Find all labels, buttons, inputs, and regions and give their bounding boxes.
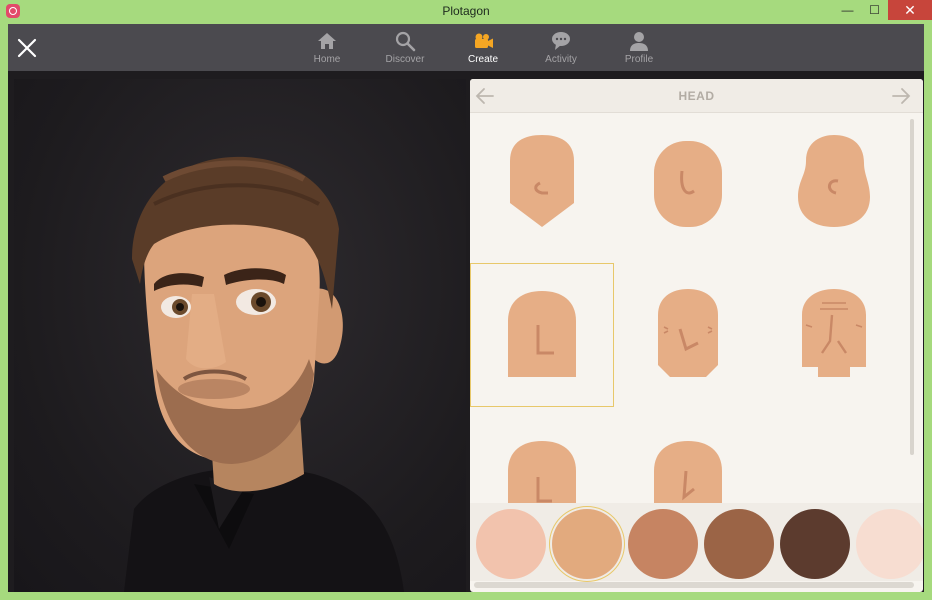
head-option-3[interactable] [762, 113, 906, 257]
chat-icon [552, 32, 570, 50]
customization-panel: HEAD [470, 79, 923, 592]
skin-tone-4[interactable] [704, 509, 774, 579]
search-icon [395, 31, 416, 52]
skin-tone-5[interactable] [780, 509, 850, 579]
head-shape-oval-icon [654, 141, 722, 227]
nav-profile-label: Profile [624, 54, 654, 65]
head-shape-wide-jaw-icon [658, 289, 718, 377]
close-window-button[interactable]: ✕ [888, 0, 932, 20]
grid-scrollbar[interactable] [908, 115, 916, 501]
head-shape-old-icon [802, 289, 866, 377]
main-nav: Home Discover Create Activity Profile [288, 24, 678, 71]
skin-tone-6[interactable] [856, 509, 923, 579]
nav-home-label: Home [313, 54, 341, 65]
skin-tone-scrollbar[interactable] [474, 582, 914, 588]
nav-activity-label: Activity [545, 54, 577, 65]
head-option-4-selected[interactable] [470, 263, 614, 407]
head-option-1[interactable] [470, 113, 614, 257]
camera-icon [475, 33, 493, 48]
window-title: Plotagon [442, 4, 490, 18]
nav-home[interactable]: Home [288, 24, 366, 71]
minimize-button[interactable]: — [834, 0, 861, 20]
panel-header: HEAD [470, 79, 923, 113]
avatar-preview [124, 156, 404, 592]
head-shape-pointed-icon [510, 135, 574, 227]
skin-tone-1[interactable] [476, 509, 546, 579]
close-icon [17, 38, 37, 58]
title-bar: Plotagon — ☐ ✕ [0, 0, 932, 24]
nav-profile[interactable]: Profile [600, 24, 678, 71]
arrow-right-icon[interactable] [890, 85, 912, 107]
nav-create-label: Create [467, 54, 498, 65]
head-shape-grid [470, 113, 906, 531]
head-option-5[interactable] [616, 263, 760, 407]
nav-discover-label: Discover [385, 54, 425, 65]
panel-title: HEAD [678, 89, 715, 103]
maximize-button[interactable]: ☐ [861, 0, 888, 20]
nav-discover[interactable]: Discover [366, 24, 444, 71]
head-option-6[interactable] [762, 263, 906, 407]
top-nav-bar: Home Discover Create Activity Profile [8, 24, 924, 71]
head-option-2[interactable] [616, 113, 760, 257]
nav-activity[interactable]: Activity [522, 24, 600, 71]
head-shape-round-icon [798, 135, 870, 227]
skin-tone-picker [470, 503, 923, 581]
avatar-3d-viewport[interactable] [14, 79, 466, 592]
home-icon [318, 33, 336, 49]
profile-icon [630, 32, 648, 51]
nav-create[interactable]: Create [444, 24, 522, 71]
close-editor-button[interactable] [16, 37, 38, 59]
app-window: Plotagon — ☐ ✕ Home Discover Create Acti… [0, 0, 932, 600]
grid-scroll-thumb[interactable] [910, 119, 914, 455]
app-client: Home Discover Create Activity Profile HE… [8, 24, 924, 592]
skin-tone-3[interactable] [628, 509, 698, 579]
head-shape-square-icon [508, 291, 576, 377]
skin-tone-2-selected[interactable] [552, 509, 622, 579]
